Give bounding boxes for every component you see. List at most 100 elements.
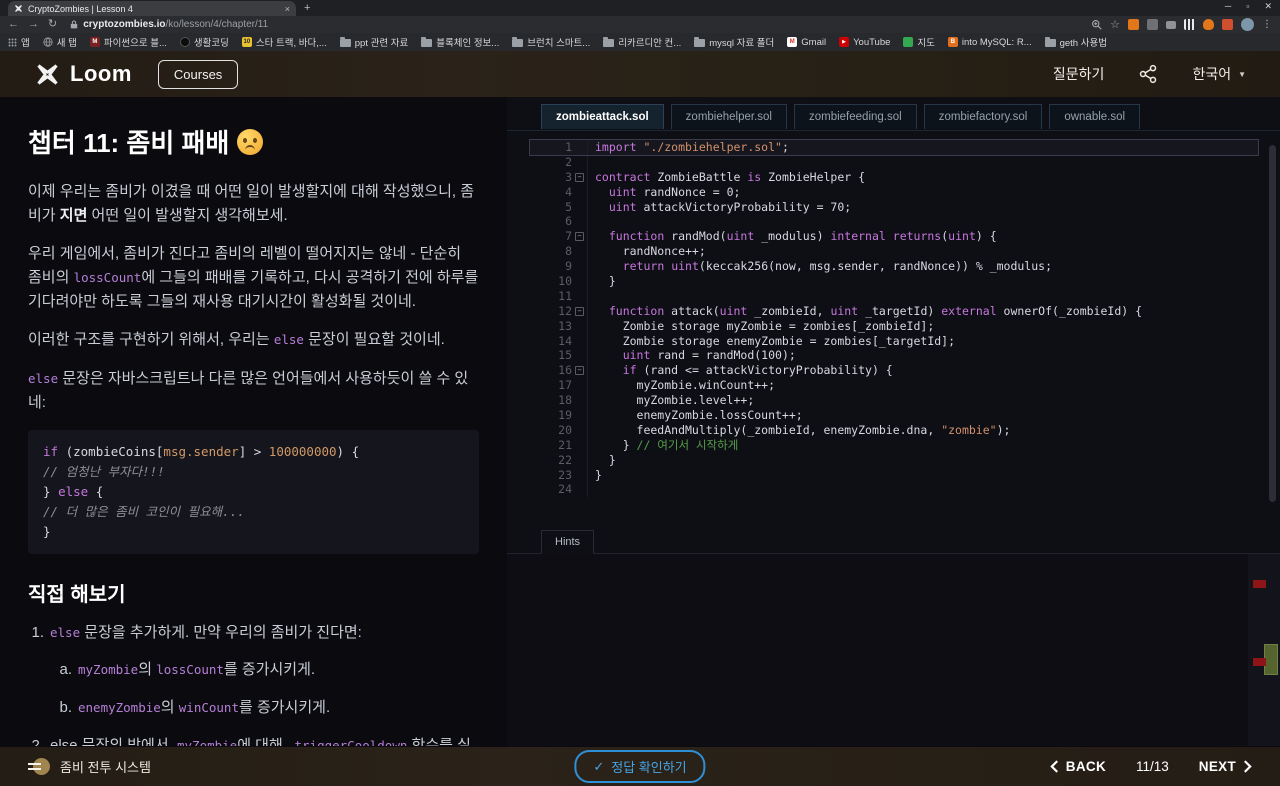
bookmark-maps[interactable]: 지도 bbox=[903, 35, 935, 49]
editor-line[interactable]: 8 randNonce++; bbox=[530, 244, 1258, 260]
editor-line[interactable]: 24 bbox=[530, 482, 1258, 498]
chapter-menu[interactable]: 좀비 전투 시스템 bbox=[28, 757, 151, 777]
metamask-icon[interactable] bbox=[1203, 19, 1214, 30]
share-icon[interactable] bbox=[1138, 64, 1158, 84]
bookmark-item[interactable]: M 파이썬으로 블... bbox=[89, 35, 167, 49]
loom-brand[interactable]: Loom bbox=[34, 61, 132, 88]
window-maximize-icon[interactable]: ▫ bbox=[1246, 1, 1249, 12]
bookmark-folder[interactable]: mysql 자료 폴더 bbox=[694, 35, 774, 49]
tab-close-icon[interactable]: × bbox=[285, 4, 290, 14]
editor-line[interactable]: 9 return uint(keccak256(now, msg.sender,… bbox=[530, 259, 1258, 275]
bookmark-item[interactable]: 생활코딩 bbox=[179, 35, 229, 49]
editor-line[interactable]: 19 enemyZombie.lossCount++; bbox=[530, 408, 1258, 423]
tab-zombiefactory[interactable]: zombiefactory.sol bbox=[923, 104, 1043, 129]
browser-tab[interactable]: CryptoZombies | Lesson 4 × bbox=[8, 1, 296, 16]
tab-bar-divider bbox=[507, 130, 1280, 131]
extension-icon[interactable] bbox=[1222, 19, 1233, 30]
editor-line[interactable]: 12− function attack(uint _zombieId, uint… bbox=[530, 303, 1258, 319]
profile-avatar[interactable] bbox=[1241, 18, 1254, 31]
back-icon[interactable]: ← bbox=[8, 19, 19, 30]
editor-line[interactable]: 5 uint attackVictoryProbability = 70; bbox=[530, 199, 1258, 215]
bookmark-folder[interactable]: 브런치 스마트... bbox=[512, 35, 590, 49]
fold-icon[interactable]: − bbox=[572, 170, 587, 185]
fold-icon[interactable]: − bbox=[572, 229, 587, 244]
bookmark-item[interactable]: Binto MySQL: R... bbox=[947, 37, 1032, 48]
bookmark-apps[interactable]: 앱 bbox=[8, 35, 30, 49]
editor-line[interactable]: 21 } // 여기서 시작하게 bbox=[530, 437, 1258, 453]
folder-icon bbox=[1044, 37, 1056, 47]
bookmark-youtube[interactable]: ▶ YouTube bbox=[839, 37, 890, 48]
language-dropdown[interactable]: 한국어 ▼ bbox=[1192, 64, 1246, 84]
tab-zombiehelper[interactable]: zombiehelper.sol bbox=[670, 104, 787, 129]
editor-line[interactable]: 17 myZombie.winCount++; bbox=[530, 378, 1258, 394]
map-icon bbox=[903, 37, 914, 47]
line-number: 20 bbox=[558, 422, 572, 437]
folder-icon bbox=[339, 37, 351, 47]
editor-line[interactable]: 22 } bbox=[530, 452, 1258, 468]
tab-zombiefeeding[interactable]: zombiefeeding.sol bbox=[793, 104, 917, 129]
address-bar[interactable]: cryptozombies.io/ko/lesson/4/chapter/11 bbox=[66, 18, 1082, 31]
chevron-down-icon: ▼ bbox=[1238, 69, 1246, 79]
chrome-menu-icon[interactable]: ⋮ bbox=[1262, 19, 1272, 30]
reload-icon[interactable]: ↻ bbox=[48, 19, 57, 30]
bookmark-item[interactable]: 새 탭 bbox=[43, 35, 77, 49]
window-close-icon[interactable]: ✕ bbox=[1264, 1, 1272, 12]
check-answer-button[interactable]: ✓ 정답 확인하기 bbox=[574, 750, 706, 783]
editor-line[interactable]: 1 import "./zombiehelper.sol"; bbox=[529, 139, 1259, 156]
tab-zombieattack[interactable]: zombieattack.sol bbox=[541, 104, 664, 129]
courses-button[interactable]: Courses bbox=[157, 59, 239, 89]
extension-icon[interactable] bbox=[1147, 19, 1158, 30]
tab-hints[interactable]: Hints bbox=[541, 530, 595, 554]
check-icon: ✓ bbox=[593, 758, 605, 774]
editor-line[interactable]: 15 uint rand = randMod(100); bbox=[530, 348, 1258, 364]
browser-tab-strip: CryptoZombies | Lesson 4 × + ─ ▫ ✕ bbox=[0, 0, 1280, 16]
bookmark-folder[interactable]: 리카르디안 컨... bbox=[603, 35, 681, 49]
editor-line[interactable]: 11 bbox=[530, 288, 1258, 304]
ask-question-link[interactable]: 질문하기 bbox=[1053, 64, 1105, 84]
bookmark-folder[interactable]: ppt 관련 자료 bbox=[339, 35, 408, 49]
editor-line[interactable]: 10 } bbox=[530, 274, 1258, 289]
editor-line[interactable]: 23} bbox=[530, 467, 1258, 483]
editor-line[interactable]: 16− if (rand <= attackVictoryProbability… bbox=[530, 363, 1258, 379]
editor-line[interactable]: 7− function randMod(uint _modulus) inter… bbox=[530, 229, 1258, 245]
barcode-extension-icon[interactable] bbox=[1184, 19, 1195, 30]
fold-icon[interactable]: − bbox=[572, 363, 587, 378]
lesson-paragraph: else 문장은 자바스크립트나 다른 많은 언어들에서 사용하듯이 쓸 수 있… bbox=[28, 370, 469, 411]
extension-icon[interactable] bbox=[1166, 20, 1176, 29]
new-tab-button[interactable]: + bbox=[304, 2, 310, 14]
lesson-paragraph: 이러한 구조를 구현하기 위해서, 우리는 else 문장이 필요할 것이네. bbox=[28, 331, 445, 349]
editor-scrollbar[interactable] bbox=[1269, 145, 1276, 502]
ten-favicon-icon: 10 bbox=[241, 37, 252, 47]
bookmark-gmail[interactable]: M Gmail bbox=[787, 37, 826, 48]
line-number: 19 bbox=[558, 408, 572, 423]
bookmark-star-icon[interactable]: ☆ bbox=[1110, 18, 1120, 31]
editor-line[interactable]: 6 bbox=[530, 214, 1258, 230]
forward-icon[interactable]: → bbox=[28, 19, 39, 30]
editor-line[interactable]: 13 Zombie storage myZombie = zombies[_zo… bbox=[530, 318, 1258, 334]
bookmark-folder[interactable]: 블록체인 정보... bbox=[421, 35, 499, 49]
code-editor[interactable]: 1 import "./zombiehelper.sol"; 2 3− contract… bbox=[529, 139, 1259, 498]
fold-icon[interactable]: − bbox=[572, 304, 587, 319]
editor-line[interactable]: 2 bbox=[530, 154, 1258, 170]
line-number: 8 bbox=[565, 244, 572, 259]
chevron-right-icon bbox=[1244, 760, 1252, 773]
next-chapter-button[interactable]: NEXT bbox=[1199, 759, 1252, 774]
b-favicon-icon: B bbox=[947, 37, 958, 47]
tab-ownable[interactable]: ownable.sol bbox=[1049, 104, 1141, 129]
zoom-icon[interactable] bbox=[1091, 19, 1102, 30]
editor-line[interactable]: 18 myZombie.level++; bbox=[530, 393, 1258, 409]
extension-icon[interactable] bbox=[1128, 19, 1139, 30]
back-chapter-button[interactable]: BACK bbox=[1050, 759, 1106, 774]
editor-line[interactable]: 20 feedAndMultiply(_zombieId, enemyZombi… bbox=[530, 422, 1258, 438]
window-minimize-icon[interactable]: ─ bbox=[1225, 1, 1231, 12]
bookmark-folder[interactable]: geth 사용법 bbox=[1044, 35, 1107, 49]
editor-line[interactable]: 3− contract ZombieBattle is ZombieHelper … bbox=[530, 169, 1258, 185]
editor-line[interactable]: 4 uint randNonce = 0; bbox=[530, 184, 1258, 200]
url-text[interactable]: cryptozombies.io/ko/lesson/4/chapter/11 bbox=[83, 19, 268, 30]
editor-line[interactable]: 14 Zombie storage enemyZombie = zombies[… bbox=[530, 333, 1258, 349]
page-indicator: 11/13 bbox=[1136, 759, 1169, 774]
bookmark-item[interactable]: 10 스타 트랙, 바다,... bbox=[241, 35, 327, 49]
